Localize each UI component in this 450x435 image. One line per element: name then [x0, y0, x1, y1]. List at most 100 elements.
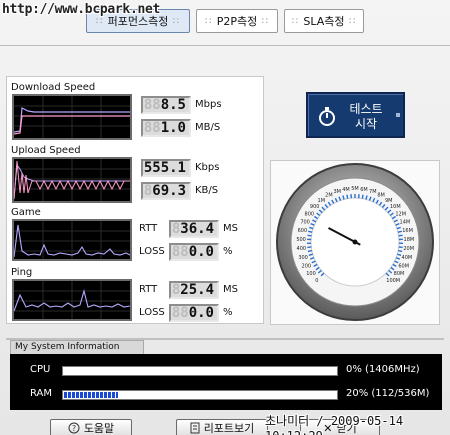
start-label-line1: 테스트: [349, 102, 383, 116]
system-info-panel: CPU 0% (1406MHz) RAM 20% (112/536M): [10, 354, 442, 410]
start-indicator-dot: [396, 113, 400, 117]
gauge-tick-mark: [307, 234, 312, 237]
ping-loss-unit: %: [223, 307, 233, 318]
ram-usage-fill: [64, 392, 119, 398]
ping-rtt-display: 825.4: [169, 281, 219, 299]
gauge-tick-mark: [365, 195, 368, 200]
gauge-tick-label: 14M: [400, 219, 411, 225]
gauge-tick-label: 100: [306, 271, 316, 277]
gauge-tick-label: 1M: [318, 198, 326, 204]
upload-kbs-unit: KB/S: [195, 185, 219, 196]
tab-sla[interactable]: :: SLA측정::: [284, 9, 364, 33]
gauge-tick-mark: [307, 249, 312, 253]
ping-loss-label: LOSS: [139, 307, 165, 318]
gauge-tick-label: 800: [305, 211, 315, 217]
view-report-button[interactable]: 리포트보기: [176, 419, 268, 435]
gauge-tick-mark: [346, 194, 349, 199]
help-button[interactable]: ? 도움말: [50, 419, 132, 435]
download-title: Download Speed: [11, 82, 96, 93]
game-rtt-label: RTT: [139, 223, 158, 234]
gauge-tick-label: 16M: [402, 228, 413, 234]
game-rtt-unit: MS: [223, 223, 238, 234]
game-loss-label: LOSS: [139, 246, 165, 257]
gauge-tick-label: 700: [300, 219, 310, 225]
help-icon: ?: [68, 422, 80, 434]
svg-text:?: ?: [72, 424, 76, 433]
gauge-tick-label: 400: [297, 246, 307, 252]
download-mbps-unit: Mbps: [195, 99, 222, 110]
upload-trace: [14, 159, 130, 201]
gauge-tick-mark: [342, 195, 345, 200]
gauge-tick-label: 2M: [325, 193, 333, 199]
gauge-tick-label: 18M: [404, 237, 415, 243]
tab-p2p[interactable]: :: P2P측정::: [196, 9, 278, 33]
gauge-tick-label: 6M: [360, 187, 368, 193]
upload-kbs-display: 869.3: [141, 182, 191, 200]
game-trace: [14, 221, 130, 259]
game-loss-display: 880.0: [169, 243, 219, 261]
gauge-tick-label: 200: [302, 263, 312, 269]
start-test-button[interactable]: 테스트 시작: [306, 92, 405, 138]
gauge-tick-label: 40M: [402, 255, 413, 261]
ping-trace: [14, 281, 130, 319]
cpu-value: 0% (1406MHz): [346, 364, 420, 375]
gauge-tick-mark: [307, 246, 312, 249]
gauge-tick-mark: [397, 230, 402, 233]
upload-title: Upload Speed: [11, 145, 81, 156]
speed-gauge-panel: 0 100 200 300 400 500 600 700 800 900 1M 2M 3M 4M 5M 6M…: [270, 160, 440, 325]
stopwatch-icon: [319, 107, 335, 126]
ping-graph: [12, 279, 132, 321]
timestamp-overlay: 초나미터 / 2009-05-14 10:12:29: [265, 414, 404, 435]
report-icon: [190, 422, 200, 434]
gauge-tick-mark: [361, 194, 364, 199]
gauge-tick-label: 600: [298, 228, 308, 234]
gauge-tick-mark: [308, 230, 313, 233]
ram-label: RAM: [30, 388, 53, 399]
upload-kbps-unit: Kbps: [195, 162, 220, 173]
cpu-usage-bar: [62, 366, 338, 376]
speed-gauge: 0100 200 300 400 500 600 700 8009001M2M3M 4M 5M 6M…: [276, 163, 434, 321]
system-info-header: My System Information: [10, 340, 144, 354]
gauge-tick-mark: [398, 246, 403, 249]
gauge-tick-label: 8M: [377, 193, 385, 199]
gauge-tick-label: 5M: [351, 186, 359, 192]
gauge-tick-label: 12M: [395, 211, 406, 217]
watermark: http://www.bcpark.net: [2, 2, 161, 17]
download-trace: [14, 96, 130, 138]
download-graph: [12, 94, 132, 140]
game-graph: [12, 219, 132, 261]
gauge-tick-label: 100M: [386, 278, 400, 284]
ram-value: 20% (112/536M): [346, 388, 430, 399]
game-loss-unit: %: [223, 246, 233, 257]
ping-rtt-label: RTT: [139, 284, 158, 295]
gauge-tick-mark: [398, 249, 403, 253]
ram-usage-bar: [62, 390, 338, 400]
app-window: http://www.bcpark.net :: 퍼포먼스측정:: :: P2P측정…: [0, 0, 450, 435]
start-label-line2: 시작: [354, 117, 378, 131]
gauge-tick-label: 900: [310, 204, 320, 210]
game-title: Game: [11, 207, 41, 218]
cpu-label: CPU: [30, 364, 51, 375]
gauge-tick-label: 4M: [342, 187, 350, 193]
gauge-tick-label: 300: [298, 255, 308, 261]
download-mbs-unit: MB/S: [195, 122, 221, 133]
ping-title: Ping: [11, 267, 33, 278]
download-mbs-display: 881.0: [141, 119, 191, 137]
ping-rtt-unit: MS: [223, 284, 238, 295]
gauge-tick-label: 0: [315, 278, 318, 284]
game-rtt-display: 836.4: [169, 220, 219, 238]
gauge-tick-mark: [398, 234, 403, 237]
gauge-tick-label: 10M: [390, 204, 401, 210]
gauge-tick-label: 80M: [394, 271, 405, 277]
upload-kbps-display: 555.1: [141, 159, 191, 177]
gauge-tick-label: 60M: [398, 263, 409, 269]
performance-panel: Download Speed 888.5 Mbps 881.0 MB/S Upl…: [6, 76, 264, 324]
gauge-tick-label: 3M: [333, 189, 341, 195]
gauge-tick-label: 7M: [369, 189, 377, 195]
gauge-tick-label: 9M: [385, 198, 393, 204]
gauge-tick-label: 500: [296, 237, 306, 243]
upload-graph: [12, 157, 132, 203]
gauge-tick-label: 20M: [403, 246, 414, 252]
ping-loss-display: 880.0: [169, 304, 219, 322]
download-mbps-display: 888.5: [141, 96, 191, 114]
